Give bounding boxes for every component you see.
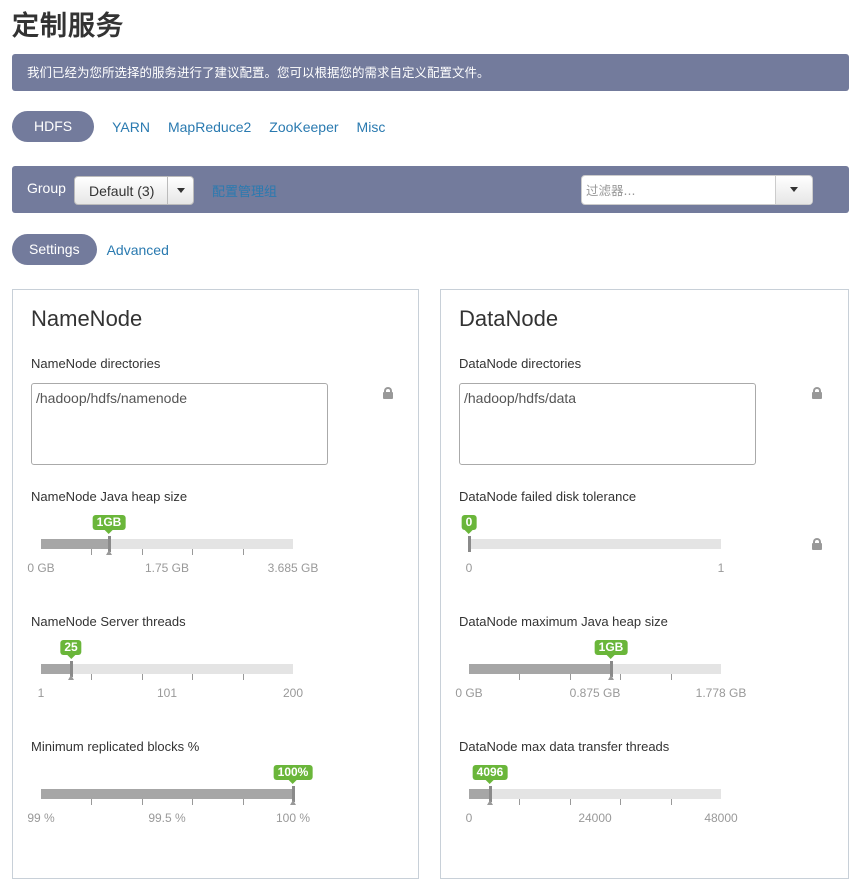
slider-value-badge: 0 xyxy=(461,515,477,534)
slider-tick xyxy=(671,799,672,805)
failed-disk-tolerance-label: DataNode failed disk tolerance xyxy=(459,489,637,504)
lock-icon[interactable] xyxy=(812,387,822,399)
slider-tick xyxy=(192,674,193,680)
slider-tick-label: 1.778 GB xyxy=(695,686,747,700)
group-select[interactable]: Default (3) xyxy=(74,176,194,205)
slider-tick-label: 100 % xyxy=(275,811,311,825)
slider-tick xyxy=(620,674,621,680)
slider-tick-label: 0 GB xyxy=(455,686,483,700)
slider-tick-label: 0.875 GB xyxy=(569,686,621,700)
tab-hdfs[interactable]: HDFS xyxy=(12,111,95,142)
namenode-title: NameNode xyxy=(31,306,143,331)
datanode-directories-input[interactable]: /hadoop/hdfs/data xyxy=(459,383,756,465)
lock-icon[interactable] xyxy=(383,387,393,399)
namenode-heap-label: NameNode Java heap size xyxy=(31,489,188,504)
tab-settings[interactable]: Settings xyxy=(12,234,97,265)
slider-tick xyxy=(519,799,520,805)
group-toolbar: Group Default (3) 配置管理组 xyxy=(12,166,849,213)
namenode-heap-slider[interactable]: 1GB 0 GB 1.75 GB 3.685 GB xyxy=(27,515,318,575)
slider-value-badge: 1GB xyxy=(594,640,628,659)
namenode-directories-label: NameNode directories xyxy=(31,356,161,371)
slider-tick-label: 200 xyxy=(282,686,304,700)
slider-tick-label: 0 xyxy=(465,561,473,575)
tab-yarn[interactable]: YARN xyxy=(112,119,150,135)
namenode-threads-slider[interactable]: 25 1 101 200 xyxy=(38,640,303,700)
datanode-title: DataNode xyxy=(459,306,559,331)
slider-tick-label: 24000 xyxy=(578,811,612,825)
tab-mapreduce2[interactable]: MapReduce2 xyxy=(168,119,251,135)
slider-tick xyxy=(671,674,672,680)
manage-config-groups-link[interactable]: 配置管理组 xyxy=(212,181,277,200)
caret-down-icon xyxy=(177,188,185,193)
lock-icon[interactable] xyxy=(812,538,822,550)
failed-disk-tolerance-slider[interactable]: 0 0 1 xyxy=(461,515,724,575)
slider-tick xyxy=(142,674,143,680)
slider-tick-label: 0 GB xyxy=(27,561,55,575)
slider-value-badge: 1GB xyxy=(92,515,126,534)
slider-tick-label: 101 xyxy=(156,686,178,700)
group-label: Group xyxy=(27,180,66,196)
slider-value-badge: 100% xyxy=(273,765,313,784)
slider-tick xyxy=(192,549,193,555)
slider-handle[interactable] xyxy=(468,536,471,552)
slider-value-badge: 25 xyxy=(60,640,82,659)
slider-tick-label: 1 xyxy=(37,686,45,700)
replicated-blocks-slider[interactable]: 100% 99 % 99.5 % 100 % xyxy=(27,765,313,825)
service-tabs: HDFS YARN MapReduce2 ZooKeeper Misc xyxy=(12,111,385,142)
slider-tick xyxy=(91,549,92,555)
replicated-blocks-label: Minimum replicated blocks % xyxy=(31,739,200,754)
transfer-threads-slider[interactable]: 4096 0 24000 48000 xyxy=(466,765,738,825)
tab-misc[interactable]: Misc xyxy=(357,119,386,135)
slider-tick-label: 48000 xyxy=(704,811,738,825)
slider-tick xyxy=(570,799,571,805)
slider-tick xyxy=(243,549,244,555)
tab-zookeeper[interactable]: ZooKeeper xyxy=(269,119,338,135)
namenode-panel: NameNode NameNode directories /hadoop/hd… xyxy=(12,289,419,879)
slider-tick xyxy=(620,799,621,805)
filter-input[interactable] xyxy=(582,176,776,204)
datanode-max-heap-slider[interactable]: 1GB 0 GB 0.875 GB 1.778 GB xyxy=(455,640,746,700)
filter-control xyxy=(581,175,813,205)
filter-dropdown-button[interactable] xyxy=(775,176,812,204)
caret-down-icon xyxy=(790,187,798,192)
datanode-panel: DataNode DataNode directories /hadoop/hd… xyxy=(440,289,849,879)
transfer-threads-label: DataNode max data transfer threads xyxy=(459,739,670,754)
datanode-max-heap-label: DataNode maximum Java heap size xyxy=(459,614,668,629)
slider-tick xyxy=(142,799,143,805)
slider-tick xyxy=(192,799,193,805)
datanode-directories-label: DataNode directories xyxy=(459,356,582,371)
slider-tick-label: 0 xyxy=(465,811,473,825)
slider-tick-label: 1.75 GB xyxy=(144,561,190,575)
slider-tick xyxy=(142,549,143,555)
group-dropdown-toggle[interactable] xyxy=(167,177,193,204)
slider-tick xyxy=(243,674,244,680)
slider-tick-label: 99 % xyxy=(27,811,55,825)
slider-tick-label: 1 xyxy=(717,561,725,575)
slider-value-badge: 4096 xyxy=(472,765,508,784)
group-select-value: Default (3) xyxy=(89,183,155,199)
slider-tick xyxy=(243,799,244,805)
slider-tick xyxy=(91,799,92,805)
slider-tick xyxy=(519,674,520,680)
settings-tabs: Settings Advanced xyxy=(12,234,169,265)
namenode-directories-input[interactable]: /hadoop/hdfs/namenode xyxy=(31,383,328,465)
slider-tick-label: 3.685 GB xyxy=(267,561,319,575)
slider-tick xyxy=(91,674,92,680)
tab-advanced[interactable]: Advanced xyxy=(107,242,169,258)
slider-tick xyxy=(570,674,571,680)
slider-tick-label: 99.5 % xyxy=(148,811,186,825)
namenode-threads-label: NameNode Server threads xyxy=(31,614,186,629)
info-banner: 我们已经为您所选择的服务进行了建议配置。您可以根据您的需求自定义配置文件。 xyxy=(12,54,849,91)
page-title: 定制服务 xyxy=(12,11,124,42)
info-message: 我们已经为您所选择的服务进行了建议配置。您可以根据您的需求自定义配置文件。 xyxy=(27,65,490,80)
